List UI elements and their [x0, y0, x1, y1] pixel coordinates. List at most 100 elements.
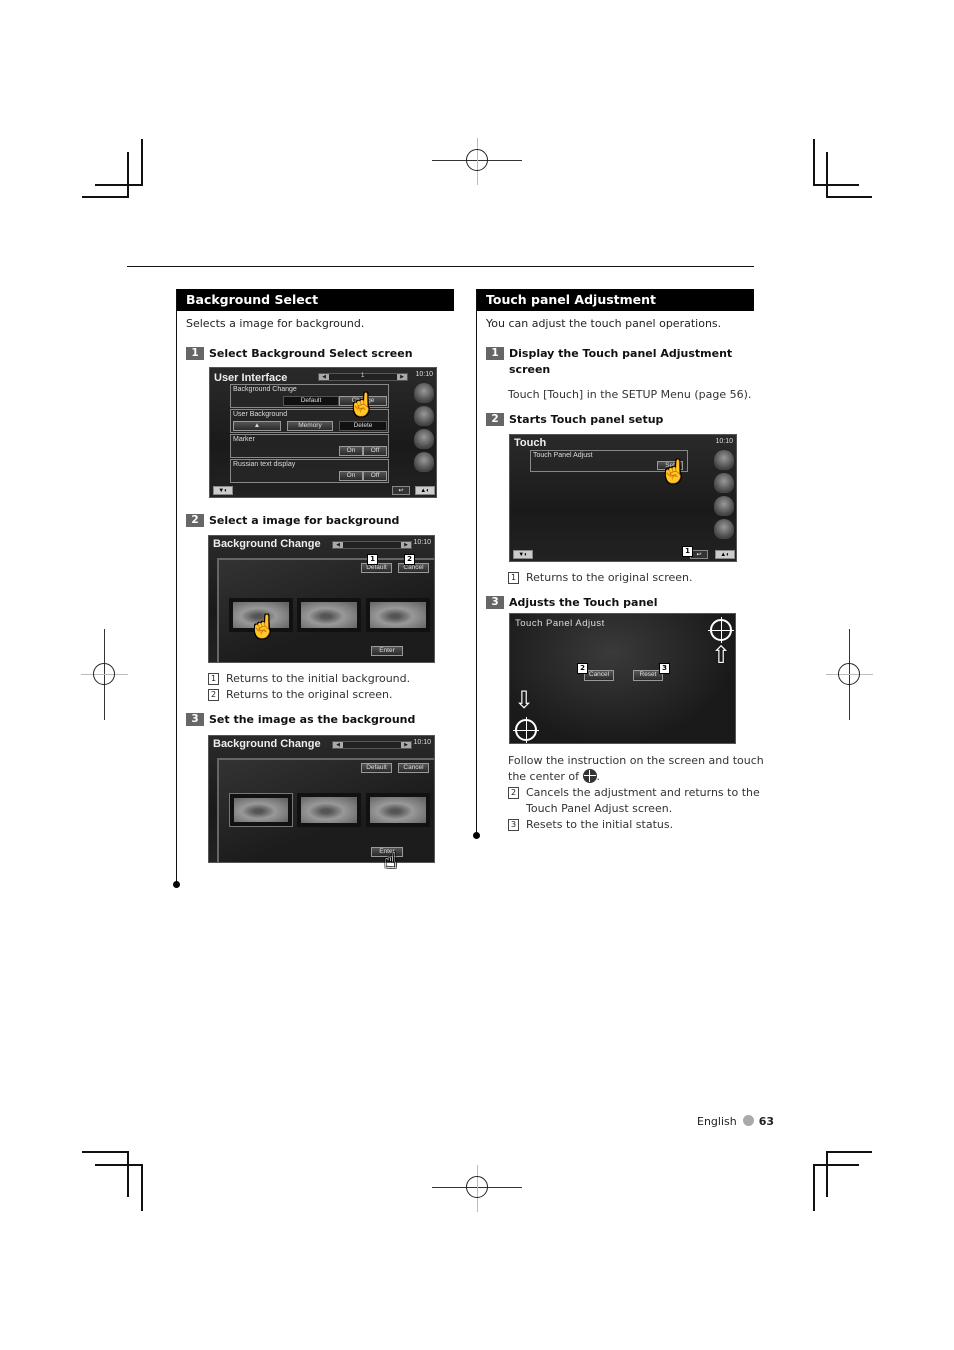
- footer-bullet-icon: [742, 1115, 754, 1126]
- note-2: 2 Returns to the original screen.: [208, 687, 393, 703]
- menu-icon[interactable]: [414, 406, 434, 426]
- step-number: 1: [186, 347, 204, 360]
- scroll-down-button[interactable]: ▼◐: [213, 486, 233, 495]
- background-thumbnail-3[interactable]: [366, 598, 430, 632]
- screenshot-user-interface: User Interface ◀ ▶ 1 10:10 Background Ch…: [209, 367, 437, 498]
- screenshot-touch-menu: Touch 10:10 Touch Panel Adjust Set ▼◐ ↩ …: [509, 434, 737, 562]
- side-menu-icons: [712, 447, 736, 542]
- image-slider: ◀ ▶: [332, 541, 412, 549]
- marker-on-button[interactable]: On: [339, 446, 363, 456]
- touch-hand-icon: ☝: [249, 614, 277, 639]
- step-number: 3: [486, 596, 504, 609]
- callout-3: 3: [659, 663, 670, 674]
- note-2: 2 Cancels the adjustment and returns to t…: [508, 785, 760, 817]
- section-intro: Selects a image for background.: [186, 317, 365, 330]
- step-2: 2 Starts Touch panel setup: [486, 412, 663, 428]
- touch-hand-icon: ☝: [384, 849, 398, 874]
- image-slider: ◀ ▶: [332, 741, 412, 749]
- side-menu-icons: [412, 380, 436, 475]
- russian-off-button[interactable]: Off: [363, 471, 387, 481]
- step-3: 3 Adjusts the Touch panel: [486, 595, 658, 611]
- russian-on-button[interactable]: On: [339, 471, 363, 481]
- menu-icon[interactable]: [714, 450, 734, 470]
- row-russian-text-display: Russian text display On Off: [230, 459, 389, 483]
- menu-icon[interactable]: [714, 473, 734, 493]
- left-column-end-dot: [173, 881, 180, 888]
- return-button[interactable]: ↩: [392, 486, 410, 495]
- step-label: Select Background Select screen: [209, 347, 413, 360]
- note-text: Returns to the original screen.: [226, 688, 393, 701]
- step-label: Select a image for background: [209, 514, 400, 527]
- delete-button[interactable]: Delete: [339, 421, 387, 431]
- step-number: 1: [486, 347, 504, 360]
- screenshot-touch-panel-adjust: Touch Panel Adjust ⇧ ⇩ Cancel Reset 2 3: [509, 613, 736, 744]
- scroll-down-button[interactable]: ▼◐: [513, 550, 533, 559]
- section-title-background-select: Background Select: [177, 289, 454, 311]
- callout-1: 1: [367, 554, 378, 565]
- callout-2: 2: [577, 663, 588, 674]
- menu-icon[interactable]: [414, 452, 434, 472]
- screenshot-background-change-enter: Background Change ◀ ▶ 10:10 Default Canc…: [208, 735, 435, 863]
- header-rule: [127, 266, 754, 267]
- note-text: Returns to the initial background.: [226, 672, 411, 685]
- default-button[interactable]: Default: [361, 763, 392, 773]
- marker-off-button[interactable]: Off: [363, 446, 387, 456]
- clock: 10:10: [413, 539, 431, 546]
- default-button[interactable]: Default: [283, 396, 339, 406]
- up-button[interactable]: ▲: [233, 421, 281, 431]
- step-1: 1 Display the Touch panel Adjustment scre…: [486, 346, 746, 378]
- menu-icon[interactable]: [714, 519, 734, 539]
- background-thumbnail-2[interactable]: [297, 598, 361, 632]
- left-column-rule: [176, 289, 177, 885]
- note-1: 1 Returns to the original screen.: [508, 570, 693, 586]
- section-title-touch-panel-adjustment: Touch panel Adjustment: [477, 289, 754, 311]
- touch-hand-icon: ☝: [348, 392, 376, 417]
- target-crosshair-top-right-icon[interactable]: [708, 617, 734, 643]
- arrow-up-icon: ⇧: [711, 642, 732, 669]
- step-2: 2 Select a image for background: [186, 513, 399, 529]
- step-3: 3 Set the image as the background: [186, 712, 415, 728]
- memory-button[interactable]: Memory: [287, 421, 333, 431]
- callout-2: 2: [404, 554, 415, 565]
- enter-button[interactable]: Enter: [371, 646, 403, 656]
- note-text: Resets to the initial status.: [526, 818, 674, 831]
- clock: 10:10: [415, 371, 433, 378]
- screen-title: Background Change: [213, 538, 321, 550]
- scroll-up-button[interactable]: ▲◐: [715, 550, 735, 559]
- step-label: Display the Touch panel Adjustment scree…: [509, 347, 733, 376]
- footer-language: English: [697, 1115, 737, 1128]
- note-1: 1 Returns to the initial background.: [208, 671, 410, 687]
- menu-icon[interactable]: [414, 383, 434, 403]
- target-crosshair-bottom-left-icon[interactable]: [513, 717, 539, 743]
- background-thumbnail-3[interactable]: [366, 793, 430, 827]
- page-footer: English 63: [697, 1115, 774, 1128]
- background-thumbnail-2[interactable]: [297, 793, 361, 827]
- note-number: 1: [208, 673, 219, 685]
- cancel-button[interactable]: Cancel: [584, 670, 614, 681]
- step-1: 1 Select Background Select screen: [186, 346, 413, 362]
- crosshair-icon: [582, 769, 597, 783]
- screen-title: User Interface: [214, 372, 288, 384]
- step-1-instruction: Touch [Touch] in the SETUP Menu (page 56…: [508, 388, 752, 401]
- menu-icon[interactable]: [714, 496, 734, 516]
- right-column-rule: [476, 289, 477, 836]
- callout-1: 1: [682, 546, 693, 557]
- screen-title: Touch: [514, 437, 547, 449]
- menu-icon[interactable]: [414, 429, 434, 449]
- page-indicator: 1: [361, 373, 365, 379]
- cancel-button[interactable]: Cancel: [398, 763, 429, 773]
- clock: 10:10: [715, 438, 733, 445]
- page-number: 63: [758, 1115, 775, 1128]
- background-thumbnail-1-selected[interactable]: [229, 793, 293, 827]
- right-column-end-dot: [473, 832, 480, 839]
- screenshot-background-change-select: Background Change ◀ ▶ 10:10 Default Canc…: [208, 535, 435, 663]
- step-number: 2: [186, 514, 204, 527]
- scroll-up-button[interactable]: ▲◐: [415, 486, 435, 495]
- note-text: Returns to the original screen.: [526, 571, 693, 584]
- section-intro: You can adjust the touch panel operation…: [486, 317, 722, 330]
- note-3: 3 Resets to the initial status.: [508, 817, 673, 833]
- note-number: 2: [508, 787, 519, 799]
- note-number: 1: [508, 572, 519, 584]
- note-text-continued: Touch Panel Adjust screen.: [526, 802, 673, 815]
- step-number: 2: [486, 413, 504, 426]
